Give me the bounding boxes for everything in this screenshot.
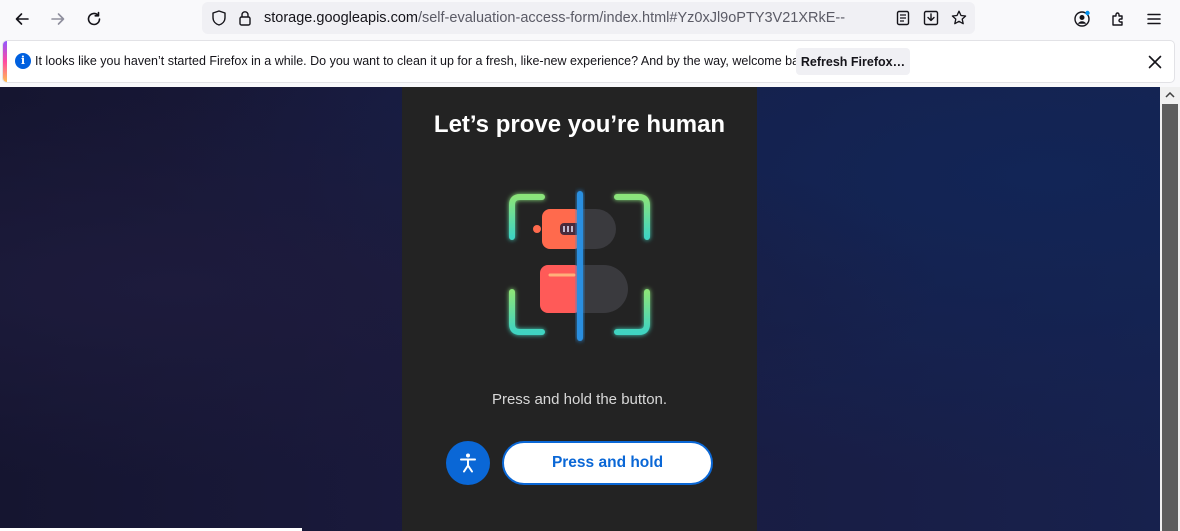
reader-view-icon[interactable] — [894, 9, 912, 27]
page-content: Let’s prove you’re human Press and hold … — [0, 87, 1160, 531]
press-and-hold-button[interactable]: Press and hold — [502, 441, 713, 485]
lock-icon[interactable] — [236, 9, 254, 27]
scrollbar-thumb[interactable] — [1162, 104, 1178, 531]
close-icon — [1148, 55, 1162, 69]
human-verification-card: Let’s prove you’re human Press and hold … — [402, 87, 757, 531]
instruction-text: Press and hold the button. — [491, 391, 668, 408]
account-button[interactable] — [1068, 5, 1096, 33]
back-button[interactable] — [8, 5, 36, 33]
refresh-firefox-button[interactable]: Refresh Firefox… — [796, 48, 910, 75]
url-path: /self-evaluation-access-form/index.html#… — [417, 10, 846, 26]
refresh-firefox-notification: i It looks like you haven’t started Fire… — [3, 41, 1174, 82]
account-icon — [1074, 10, 1090, 27]
tracking-protection-shield-icon[interactable] — [210, 9, 228, 27]
chevron-up-icon — [1165, 92, 1175, 98]
url-host: storage.googleapis.com — [264, 10, 418, 26]
browser-toolbar: storage.googleapis.com/self-evaluation-a… — [0, 0, 1180, 38]
notification-message: It looks like you haven’t started Firefo… — [35, 54, 816, 68]
forward-button[interactable] — [44, 5, 72, 33]
menu-button[interactable] — [1140, 5, 1168, 33]
robot-scan-illustration-icon — [509, 191, 650, 341]
back-arrow-icon — [15, 13, 29, 25]
url-text[interactable]: storage.googleapis.com/self-evaluation-a… — [264, 2, 884, 34]
notification-close-button[interactable] — [1143, 50, 1167, 74]
extensions-button[interactable] — [1104, 5, 1132, 33]
page-title: Let’s prove you’re human — [433, 111, 726, 138]
info-icon: i — [15, 53, 31, 69]
notification-accent-bar — [3, 41, 7, 82]
url-bar[interactable]: storage.googleapis.com/self-evaluation-a… — [202, 2, 975, 34]
reload-icon — [87, 11, 101, 26]
accessibility-person-icon — [460, 453, 476, 473]
save-to-pocket-icon[interactable] — [922, 9, 940, 27]
page-scrollbar[interactable] — [1160, 87, 1180, 531]
reload-button[interactable] — [80, 5, 108, 33]
extensions-icon — [1112, 12, 1123, 26]
bookmark-star-icon[interactable] — [950, 9, 968, 27]
accessibility-button[interactable] — [446, 441, 490, 485]
hamburger-menu-icon — [1147, 13, 1161, 25]
forward-arrow-icon — [51, 13, 65, 25]
scroll-up-button[interactable] — [1160, 87, 1180, 103]
